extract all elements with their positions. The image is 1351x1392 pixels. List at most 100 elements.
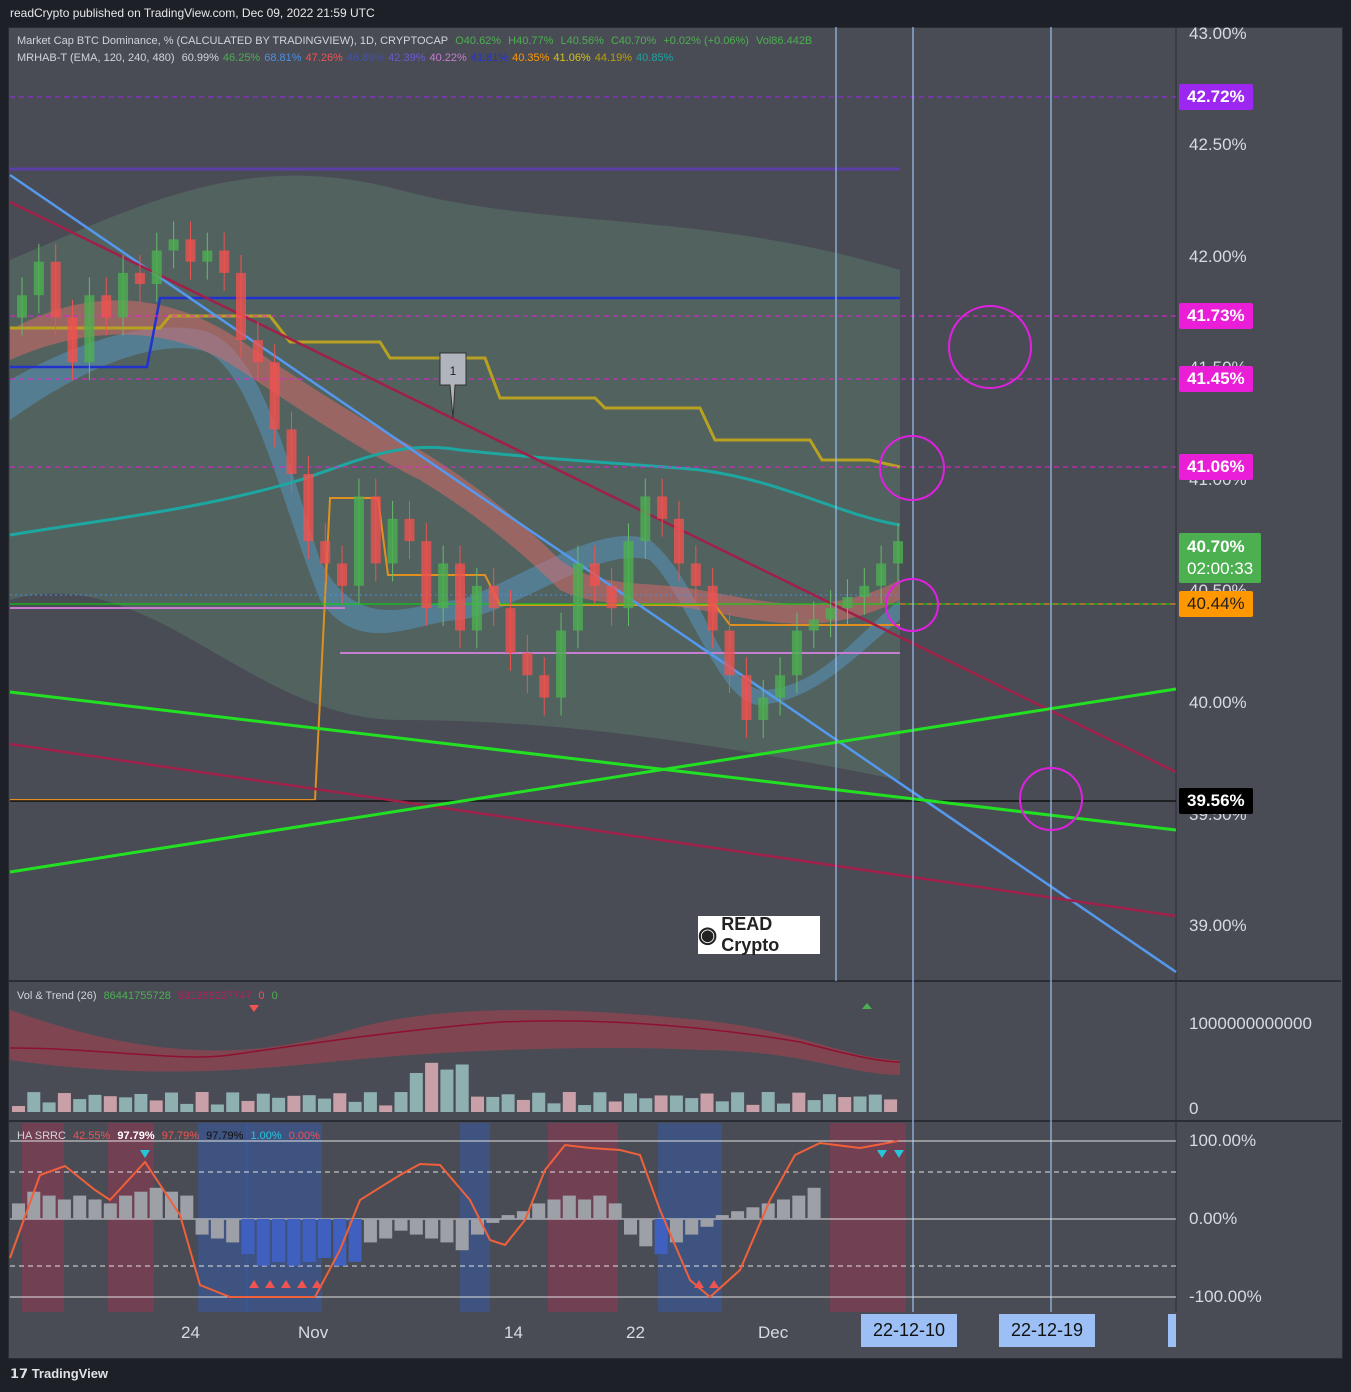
candle-body — [640, 496, 651, 542]
candle-body — [556, 630, 567, 698]
osc-hist-bar — [12, 1203, 25, 1219]
osc-hist-bar — [272, 1219, 286, 1262]
indicator-value-9: 41.06% — [553, 52, 591, 64]
osc-hist-bar — [241, 1219, 255, 1255]
logo-text: READ Crypto — [721, 914, 780, 955]
volume-tick: 0 — [1189, 1099, 1199, 1118]
osc-band — [198, 1123, 248, 1312]
volume-bar — [853, 1096, 867, 1112]
candle-body — [539, 675, 550, 698]
volume-bar — [516, 1099, 530, 1112]
volume-bar — [669, 1095, 683, 1112]
volume-bar — [532, 1092, 546, 1112]
volume-bar — [547, 1103, 561, 1112]
volume-bar — [119, 1097, 133, 1112]
tradingview-footer[interactable]: 𝟭𝟳 TradingView — [10, 1366, 108, 1382]
candle-body — [67, 317, 78, 363]
legend-low: L40.56% — [560, 35, 604, 47]
candle-body — [438, 563, 449, 609]
readcrypto-logo: ◉ READ Crypto — [698, 914, 820, 955]
candle-body — [589, 563, 600, 586]
volume-bar — [149, 1100, 163, 1112]
candle-body — [505, 608, 516, 653]
date-marker-2[interactable]: 22-12-19 — [999, 1314, 1096, 1347]
osc-hist-bar — [88, 1199, 102, 1219]
osc-hist-bar — [318, 1219, 331, 1258]
osc-hist-bar — [792, 1195, 806, 1219]
indicator-value-5: 42.39% — [388, 52, 426, 64]
main-legend[interactable]: Market Cap BTC Dominance, % (CALCULATED … — [17, 35, 816, 47]
osc-hist-bar — [593, 1195, 607, 1219]
osc-tick: -100.00% — [1189, 1287, 1262, 1306]
candle-body — [724, 630, 735, 676]
osc-hist-bar — [73, 1195, 87, 1219]
osc-hist-bar — [425, 1219, 439, 1239]
candle-body — [808, 619, 819, 631]
tradingview-logo-icon: 𝟭𝟳 — [10, 1366, 32, 1381]
volume-bar — [654, 1095, 668, 1112]
legend-vol: Vol86.442B — [756, 35, 813, 47]
candle-body — [236, 272, 246, 340]
volume-bar — [761, 1092, 775, 1112]
candle-body — [219, 250, 230, 273]
volume-legend[interactable]: Vol & Trend (26) 86441755728 53136633774… — [17, 990, 282, 1002]
candle-body — [151, 250, 162, 285]
volume-bar — [807, 1100, 821, 1112]
volume-bar — [42, 1102, 56, 1112]
osc-hist-bar — [134, 1191, 148, 1219]
candle-body — [522, 652, 533, 676]
volume-bar — [471, 1096, 484, 1112]
vol-up-arrow — [862, 1003, 872, 1009]
osc-hist-bar — [486, 1219, 500, 1223]
osc-legend-v5: 1.00% — [250, 1130, 282, 1142]
volume-bar — [318, 1098, 331, 1112]
candle-body — [455, 563, 465, 631]
osc-hist-bar — [471, 1219, 484, 1235]
chart-canvas[interactable]: 1 — [0, 0, 1351, 1392]
osc-hist-bar — [363, 1219, 377, 1243]
osc-hist-bar — [455, 1219, 469, 1251]
indicator-value-0: 60.99% — [181, 52, 219, 64]
volume-bar — [486, 1096, 500, 1112]
osc-legend-v3: 97.79% — [161, 1130, 200, 1142]
osc-legend-v4: 97.79% — [206, 1130, 244, 1142]
osc-band — [460, 1123, 490, 1312]
volume-bar — [777, 1103, 790, 1112]
indicator-value-6: 40.22% — [429, 52, 467, 64]
volume-bar — [746, 1104, 760, 1112]
candle-body — [320, 541, 331, 564]
volume-bar — [501, 1094, 515, 1112]
level-tag-39.56: 39.56% — [1179, 788, 1253, 814]
volume-bar — [578, 1105, 592, 1112]
osc-hist-bar — [256, 1219, 270, 1266]
osc-hist-bar — [501, 1215, 515, 1219]
candle-body — [286, 429, 297, 475]
x-tick: Nov — [298, 1323, 329, 1342]
candle-body — [825, 608, 836, 620]
candle-body — [674, 518, 684, 564]
maroon-trendline-lower — [9, 742, 1177, 918]
indicator-legend[interactable]: MRHAB-T (EMA, 120, 240, 480) 60.99% 46.25… — [17, 52, 677, 64]
osc-hist-bar — [562, 1195, 576, 1219]
volume-bar — [884, 1099, 898, 1112]
legend-high: H40.77% — [508, 35, 554, 47]
volume-bar — [302, 1095, 316, 1112]
volume-bar — [868, 1094, 882, 1112]
legend-close: C40.70% — [610, 35, 657, 47]
indicator-value-3: 47.26% — [305, 52, 343, 64]
date-marker-1[interactable]: 22-12-10 — [861, 1314, 958, 1347]
osc-hist-bar — [42, 1195, 56, 1219]
volume-legend-name: Vol & Trend (26) — [17, 990, 97, 1002]
candle-body — [893, 541, 903, 564]
osc-legend-v1: 42.55% — [72, 1130, 111, 1142]
volume-bar — [226, 1092, 240, 1112]
candle-body — [370, 496, 381, 564]
volume-bar — [195, 1092, 209, 1112]
volume-bar — [27, 1092, 41, 1112]
volume-bar — [73, 1099, 87, 1112]
osc-tick: 100.00% — [1189, 1131, 1257, 1150]
osc-hist-bar — [379, 1219, 393, 1239]
volume-bar — [88, 1094, 102, 1112]
oscillator-legend[interactable]: HA SRRC 42.55% 97.79% 97.79% 97.79% 1.00… — [17, 1130, 324, 1142]
indicator-value-7: 41.81% — [470, 52, 509, 64]
